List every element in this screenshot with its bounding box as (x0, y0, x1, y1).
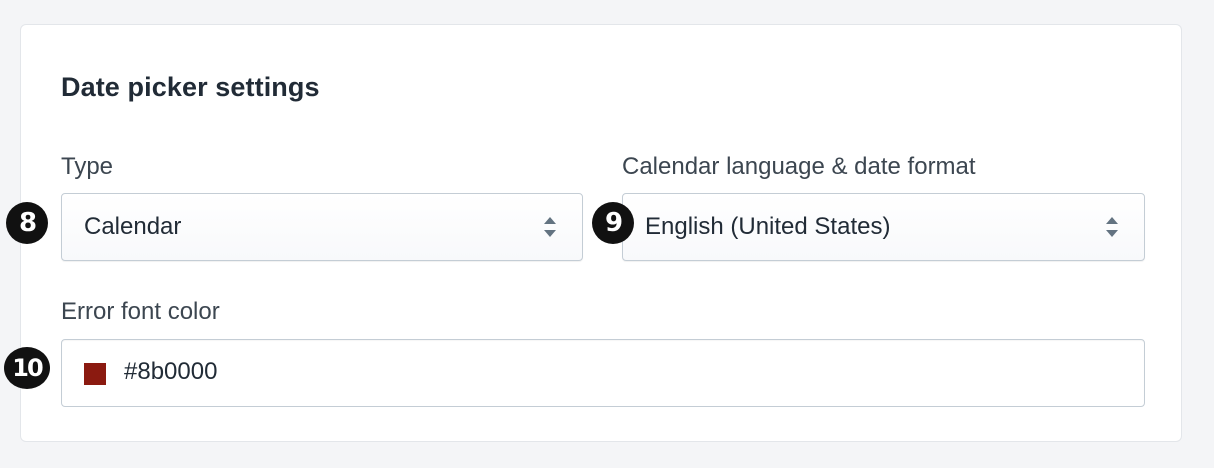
chevron-up-down-icon (1105, 216, 1119, 238)
error-color-label: Error font color (61, 298, 220, 325)
annotation-marker-9: 9 (592, 202, 634, 244)
color-swatch[interactable] (84, 363, 106, 385)
type-select[interactable]: Calendar (61, 193, 583, 261)
card-title: Date picker settings (61, 72, 320, 102)
language-select-value: English (United States) (645, 213, 891, 240)
chevron-up-down-icon (543, 216, 557, 238)
type-label: Type (61, 153, 114, 180)
annotation-marker-10: 10 (4, 347, 50, 389)
error-color-input[interactable]: #8b0000 (61, 339, 1145, 407)
language-label: Calendar language & date format (622, 153, 976, 180)
language-select[interactable]: English (United States) (622, 193, 1145, 261)
error-color-value: #8b0000 (124, 358, 218, 385)
type-select-value: Calendar (84, 213, 182, 240)
annotation-marker-8: 8 (6, 202, 48, 244)
